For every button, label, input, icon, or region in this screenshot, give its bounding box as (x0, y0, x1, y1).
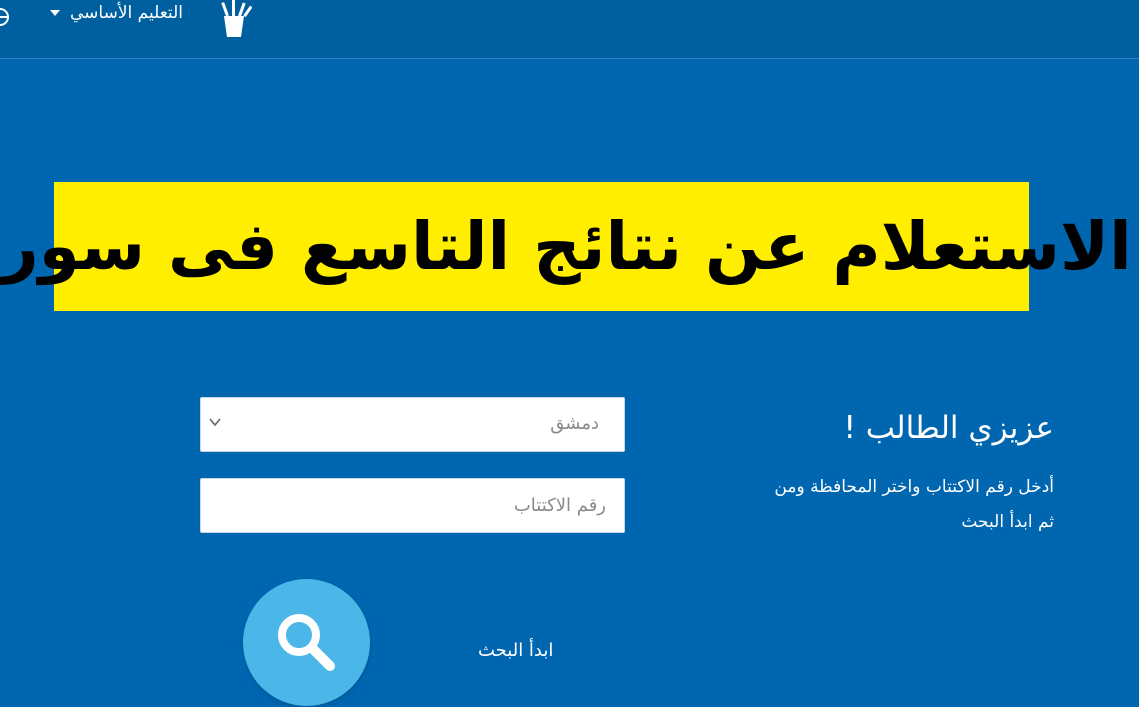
governorate-selected-value: دمشق (550, 413, 599, 434)
caret-down-icon (50, 10, 60, 16)
chevron-down-icon (209, 418, 221, 427)
governorate-select[interactable]: دمشق (200, 397, 625, 452)
search-label[interactable]: ابدأ البحث (478, 640, 553, 661)
search-icon (278, 614, 335, 671)
top-navbar: التعليم الأساسي (0, 0, 1139, 59)
search-button[interactable] (243, 579, 370, 706)
globe-icon[interactable] (0, 8, 9, 26)
instructions-text: أدخل رقم الاكتتاب واختر المحافظة ومن ثم … (694, 470, 1054, 540)
title-banner: الاستعلام عن نتائج التاسع فى سوريا (0, 182, 1132, 311)
nav-basic-education[interactable]: التعليم الأساسي (50, 0, 183, 26)
instruction-line-2: ثم ابدأ البحث (961, 512, 1054, 532)
subscription-number-input[interactable] (200, 478, 625, 533)
greeting-heading: عزيزي الطالب ! (843, 410, 1054, 446)
instruction-line-1: أدخل رقم الاكتتاب واختر المحافظة ومن (774, 477, 1054, 497)
nav-basic-education-label: التعليم الأساسي (70, 3, 183, 23)
pencil-cup-icon (221, 0, 252, 37)
page-title: الاستعلام عن نتائج التاسع فى سوريا (0, 208, 1132, 285)
